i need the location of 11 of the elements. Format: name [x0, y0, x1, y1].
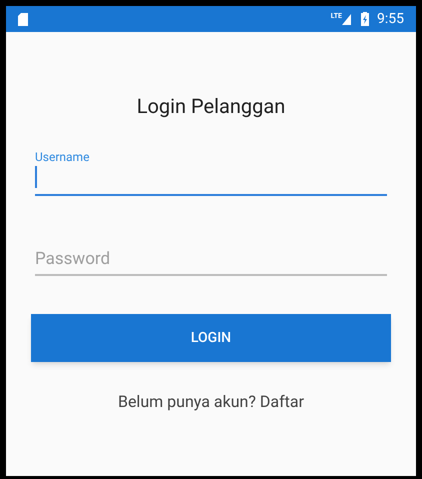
page-title: Login Pelanggan	[136, 93, 286, 120]
text-cursor	[35, 166, 37, 188]
signal-icon	[342, 14, 351, 24]
field-label: Username	[35, 150, 90, 164]
input-field[interactable]: Password	[35, 244, 387, 276]
clock-time: 9:55	[377, 10, 404, 28]
register-link[interactable]: Belum punya akun? Daftar	[118, 390, 304, 414]
battery-icon	[361, 12, 369, 26]
login-button[interactable]: LOGIN	[31, 314, 391, 362]
sd-card-icon	[18, 12, 28, 26]
input-field[interactable]	[35, 164, 387, 196]
